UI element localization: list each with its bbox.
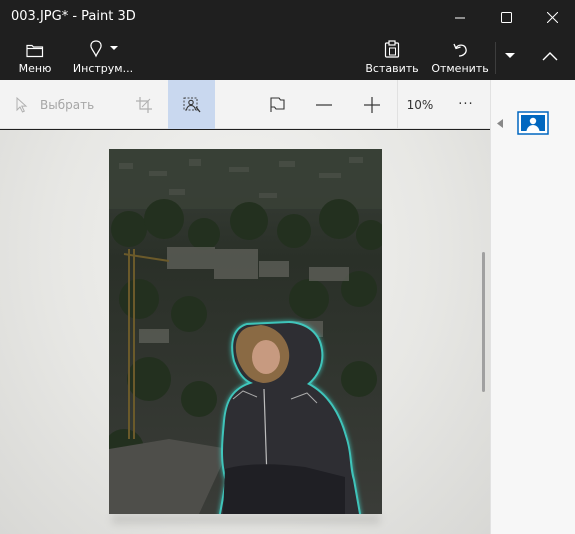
command-separator [495, 42, 496, 74]
command-bar: Меню Инструм... Вставить Отменить [0, 34, 575, 80]
zoom-in-button[interactable] [352, 80, 392, 129]
magic-select-icon [183, 97, 201, 112]
panel-toggle-button[interactable] [495, 117, 505, 129]
chevron-down-icon [505, 53, 515, 58]
undo-button[interactable]: Отменить [430, 34, 490, 80]
brush-icon [90, 40, 118, 58]
crop-icon [136, 96, 152, 113]
crop-tool[interactable] [124, 80, 164, 129]
more-options-button[interactable]: ··· [446, 80, 486, 129]
undo-label: Отменить [431, 62, 489, 75]
tools-button[interactable]: Инструм... [72, 34, 134, 80]
minimize-icon [454, 17, 465, 18]
photo-content [109, 149, 382, 514]
flag-icon [270, 96, 285, 112]
close-icon [546, 11, 558, 23]
canvas-shadow [112, 514, 380, 524]
title-bar: 003.JPG* - Paint 3D [0, 0, 575, 34]
paste-label: Вставить [365, 62, 419, 75]
maximize-icon [500, 11, 512, 23]
person-image-icon [517, 111, 549, 135]
tools-label: Инструм... [72, 62, 134, 75]
zoom-out-button[interactable] [304, 80, 344, 129]
select-label: Выбрать [40, 97, 95, 112]
side-panel [490, 80, 575, 534]
canvas-area[interactable] [0, 130, 490, 534]
plus-icon [364, 96, 380, 113]
maximize-button[interactable] [483, 0, 529, 34]
window-title: 003.JPG* - Paint 3D [11, 9, 136, 24]
menu-label: Меню [18, 62, 52, 75]
zoom-level[interactable]: 10% [397, 80, 442, 129]
flag-tool[interactable] [257, 80, 297, 129]
canvas-image[interactable] [109, 149, 382, 514]
folder-icon [26, 44, 44, 58]
panel-image-button[interactable] [517, 110, 549, 136]
toolbar: Выбрать 10% ··· [0, 80, 490, 129]
clipboard-icon [384, 40, 400, 58]
magic-select-tool[interactable] [168, 80, 215, 129]
select-tool[interactable]: Выбрать [10, 80, 110, 129]
menu-button[interactable]: Меню [13, 34, 57, 80]
minus-icon [316, 103, 332, 106]
close-button[interactable] [529, 0, 575, 34]
more-dropdown-button[interactable] [500, 46, 520, 66]
more-icon: ··· [458, 97, 474, 112]
chevron-left-icon [497, 118, 503, 128]
vertical-scrollbar[interactable] [482, 252, 485, 392]
chevron-up-icon [542, 51, 558, 60]
cursor-icon [16, 96, 28, 113]
minimize-button[interactable] [437, 0, 483, 34]
paste-button[interactable]: Вставить [365, 34, 419, 80]
collapse-ribbon-button[interactable] [538, 46, 562, 66]
undo-icon [453, 43, 467, 57]
